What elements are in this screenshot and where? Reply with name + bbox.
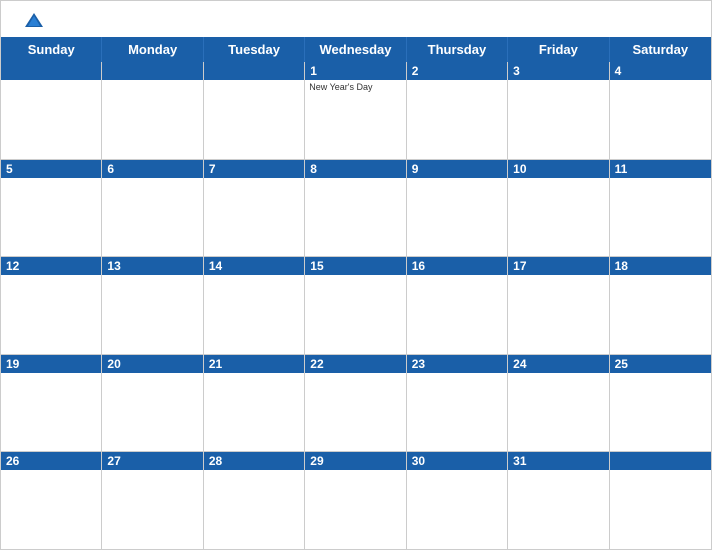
day-cell: 6 [102,160,203,257]
day-header-tuesday: Tuesday [204,37,305,62]
day-number: 27 [102,452,202,470]
day-cell: 28 [204,452,305,549]
day-cell: 16 [407,257,508,354]
day-number: 16 [407,257,507,275]
weeks-container: 1New Year's Day2345678910111213141516171… [1,62,711,549]
day-number: 2 [407,62,507,80]
day-cell: 21 [204,355,305,452]
day-cell: 25 [610,355,711,452]
day-number: 22 [305,355,405,373]
day-cell: 24 [508,355,609,452]
day-cell: 1New Year's Day [305,62,406,159]
day-number [102,62,202,80]
logo-icon [23,11,45,29]
day-number: 29 [305,452,405,470]
day-number [610,452,711,470]
day-number: 21 [204,355,304,373]
day-cell [610,452,711,549]
day-header-thursday: Thursday [407,37,508,62]
day-header-monday: Monday [102,37,203,62]
day-number: 6 [102,160,202,178]
day-cell: 20 [102,355,203,452]
day-cell: 12 [1,257,102,354]
day-cell: 11 [610,160,711,257]
day-header-friday: Friday [508,37,609,62]
day-cell: 29 [305,452,406,549]
day-number: 19 [1,355,101,373]
day-number: 24 [508,355,608,373]
holiday-label: New Year's Day [305,80,405,94]
day-cell: 10 [508,160,609,257]
day-cell: 3 [508,62,609,159]
day-number: 7 [204,160,304,178]
day-cell: 5 [1,160,102,257]
day-number: 9 [407,160,507,178]
week-row-3: 12131415161718 [1,257,711,355]
day-cell: 19 [1,355,102,452]
day-cell: 7 [204,160,305,257]
calendar-grid: SundayMondayTuesdayWednesdayThursdayFrid… [1,37,711,549]
day-number: 14 [204,257,304,275]
day-number: 8 [305,160,405,178]
day-cell [1,62,102,159]
day-number: 28 [204,452,304,470]
day-cell: 14 [204,257,305,354]
day-cell [102,62,203,159]
day-number: 25 [610,355,711,373]
day-number: 12 [1,257,101,275]
day-cell: 27 [102,452,203,549]
day-cell: 30 [407,452,508,549]
logo-area [21,11,45,29]
calendar-container: SundayMondayTuesdayWednesdayThursdayFrid… [0,0,712,550]
day-headers: SundayMondayTuesdayWednesdayThursdayFrid… [1,37,711,62]
day-number: 11 [610,160,711,178]
day-number: 20 [102,355,202,373]
day-cell [204,62,305,159]
day-number: 4 [610,62,711,80]
day-number [204,62,304,80]
day-cell: 8 [305,160,406,257]
day-cell: 13 [102,257,203,354]
day-header-sunday: Sunday [1,37,102,62]
day-number: 3 [508,62,608,80]
day-header-wednesday: Wednesday [305,37,406,62]
day-number: 5 [1,160,101,178]
day-number [1,62,101,80]
day-cell: 18 [610,257,711,354]
day-number: 18 [610,257,711,275]
day-header-saturday: Saturday [610,37,711,62]
day-cell: 22 [305,355,406,452]
day-cell: 15 [305,257,406,354]
day-cell: 31 [508,452,609,549]
day-cell: 4 [610,62,711,159]
day-number: 26 [1,452,101,470]
day-number: 23 [407,355,507,373]
day-cell: 23 [407,355,508,452]
day-cell: 9 [407,160,508,257]
day-number: 15 [305,257,405,275]
day-cell: 17 [508,257,609,354]
day-cell: 2 [407,62,508,159]
day-number: 13 [102,257,202,275]
week-row-1: 1New Year's Day234 [1,62,711,160]
day-number: 17 [508,257,608,275]
week-row-2: 567891011 [1,160,711,258]
day-number: 31 [508,452,608,470]
day-cell: 26 [1,452,102,549]
day-number: 30 [407,452,507,470]
week-row-5: 262728293031 [1,452,711,549]
day-number: 1 [305,62,405,80]
week-row-4: 19202122232425 [1,355,711,453]
calendar-header [1,1,711,37]
day-number: 10 [508,160,608,178]
